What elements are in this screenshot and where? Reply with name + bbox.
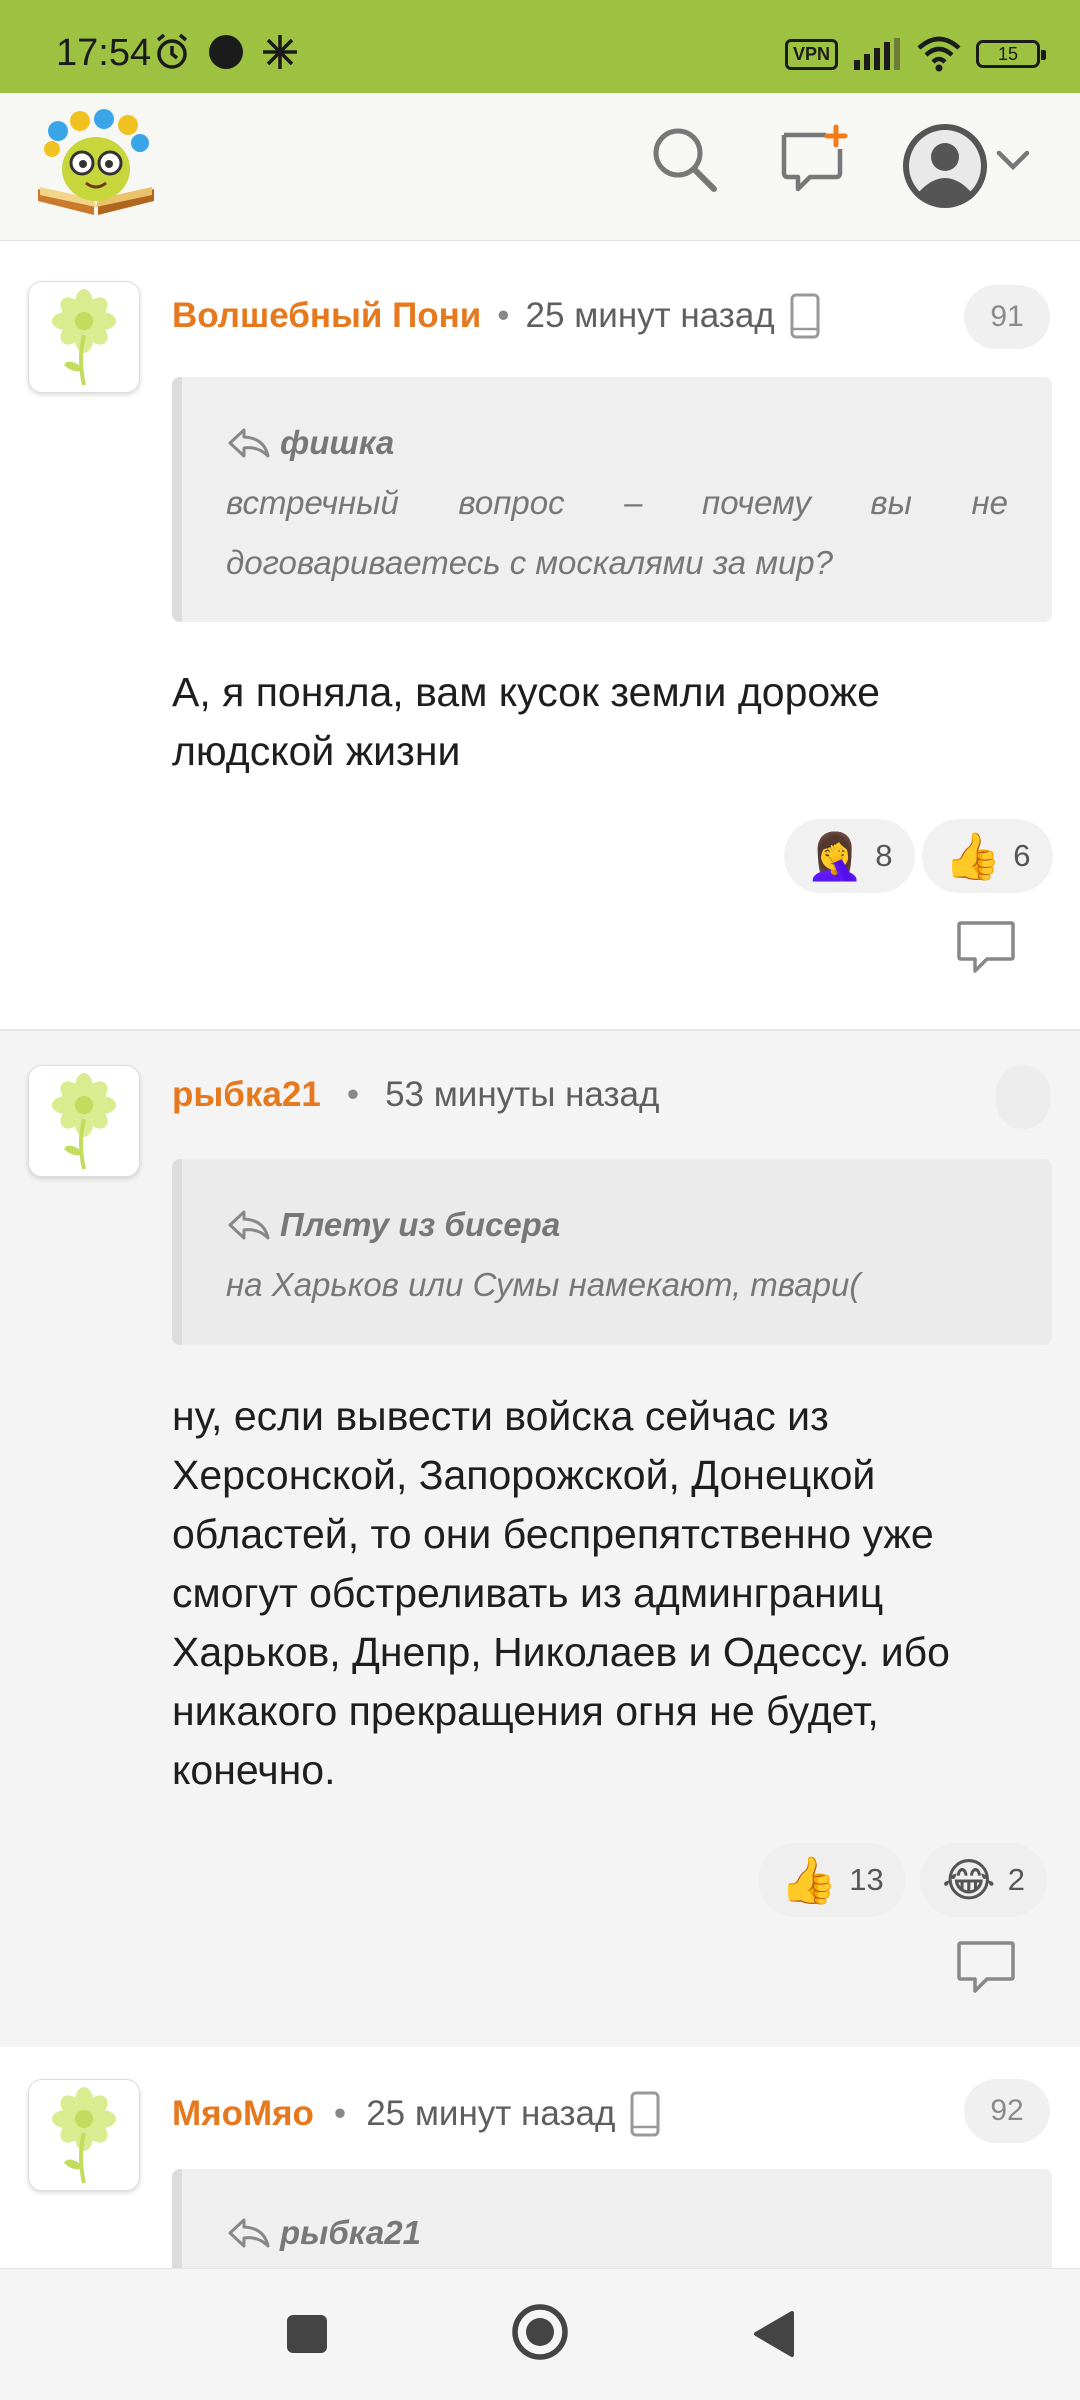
avatar[interactable] xyxy=(28,2079,140,2191)
reaction-count: 6 xyxy=(1013,838,1031,873)
comment-text: ну, если вывести войска сейчас из Херсон… xyxy=(172,1393,950,1793)
quote-text: на Харьков или Сумы намекают, твари( xyxy=(226,1266,861,1303)
reaction-facepalm[interactable]: 🤦‍♀️ 8 xyxy=(784,819,915,893)
flower-avatar-icon xyxy=(52,2087,116,2184)
battery-indicator: 15 xyxy=(976,40,1046,68)
reply-arrow-icon xyxy=(228,428,270,458)
thumbs-up-emoji-icon: 👍 xyxy=(780,1854,838,1906)
signal-icon xyxy=(854,38,900,70)
reply-comment-icon[interactable] xyxy=(955,1939,1017,1995)
quote-author: фишка xyxy=(280,424,395,461)
reaction-thumbs-up[interactable]: 👍 6 xyxy=(922,819,1053,893)
search-icon[interactable] xyxy=(648,123,720,195)
system-nav-bar xyxy=(0,2268,1080,2400)
comment-meta: рыбка21 • 53 минуты назад xyxy=(172,1075,659,1115)
comment-author[interactable]: Волшебный Пони xyxy=(172,296,481,336)
comment-author[interactable]: МяоМяо xyxy=(172,2094,314,2134)
avatar[interactable] xyxy=(28,1065,140,1177)
reaction-count: 2 xyxy=(1007,1862,1025,1897)
comment-card: Волшебный Пони • 25 минут назад 91 фишка… xyxy=(0,241,1080,1030)
comment-number xyxy=(996,1065,1050,1129)
vpn-badge: VPN xyxy=(784,38,838,70)
reaction-count: 13 xyxy=(849,1862,884,1897)
reply-comment-icon[interactable] xyxy=(955,919,1017,975)
quoted-comment[interactable]: рыбка21 xyxy=(172,2169,1052,2268)
quote-header: рыбка21 xyxy=(226,2203,1008,2263)
quote-author: рыбка21 xyxy=(280,2214,421,2251)
mobile-icon xyxy=(790,293,820,339)
comment-time: 25 минут назад xyxy=(366,2094,616,2133)
meta-separator: • xyxy=(333,2094,347,2133)
app-bar xyxy=(0,93,1080,241)
record-dot-icon xyxy=(209,35,243,69)
comments-feed[interactable]: Волшебный Пони • 25 минут назад 91 фишка… xyxy=(0,241,1080,2268)
flower-avatar-icon xyxy=(52,289,116,386)
comment-time: 25 минут назад xyxy=(525,296,775,335)
add-comment-icon[interactable] xyxy=(778,123,852,197)
triangle-back-icon[interactable] xyxy=(750,2303,796,2365)
quote-header: фишка xyxy=(226,413,1008,473)
user-avatar-icon[interactable] xyxy=(900,121,990,211)
reaction-count: 8 xyxy=(875,838,893,873)
avatar[interactable] xyxy=(28,281,140,393)
wifi-icon xyxy=(917,36,961,72)
square-icon[interactable] xyxy=(286,2303,328,2365)
reaction-thumbs-up[interactable]: 👍 13 xyxy=(758,1843,906,1917)
quote-text: встречный вопрос – почему вы не договари… xyxy=(226,484,1008,581)
status-right-icons: VPN 15 xyxy=(784,36,1046,72)
reaction-laughing[interactable]: 😂 2 xyxy=(920,1843,1047,1917)
reply-arrow-icon xyxy=(228,2218,270,2248)
quoted-comment[interactable]: Плету из бисера на Харьков или Сумы наме… xyxy=(172,1159,1052,1345)
chevron-down-icon[interactable] xyxy=(993,145,1033,175)
thumbs-up-emoji-icon: 👍 xyxy=(944,830,1002,882)
flower-avatar-icon xyxy=(52,1073,116,1170)
circle-icon[interactable] xyxy=(509,2301,571,2363)
laughing-emoji-icon: 😂 xyxy=(942,1854,996,1906)
meta-separator: • xyxy=(497,296,510,335)
quote-author: Плету из бисера xyxy=(280,1206,561,1243)
facepalm-emoji-icon: 🤦‍♀️ xyxy=(806,830,864,882)
status-left-icons xyxy=(152,32,300,72)
comment-author[interactable]: рыбка21 xyxy=(172,1075,321,1115)
comment-meta: МяоМяо • 25 минут назад xyxy=(172,2091,661,2137)
comment-number: 92 xyxy=(964,2079,1050,2143)
alarm-icon xyxy=(156,33,188,69)
status-bar: 17:54 VPN 15 xyxy=(0,0,1080,93)
quoted-comment[interactable]: фишка встречный вопрос – почему вы не до… xyxy=(172,377,1052,622)
book-flower-logo[interactable] xyxy=(34,107,158,217)
mobile-icon xyxy=(630,2091,660,2137)
asterisk-icon xyxy=(263,35,297,69)
comment-text: А, я поняла, вам кусок земли дороже людс… xyxy=(172,669,880,774)
comment-meta: Волшебный Пони • 25 минут назад xyxy=(172,293,821,339)
comment-time: 53 минуты назад xyxy=(385,1075,660,1114)
status-time: 17:54 xyxy=(56,32,152,74)
reply-arrow-icon xyxy=(228,1210,270,1240)
comment-number: 91 xyxy=(964,285,1050,349)
meta-separator: • xyxy=(346,1075,360,1114)
comment-card: МяоМяо • 25 минут назад 92 рыбка21 xyxy=(0,2047,1080,2268)
quote-header: Плету из бисера xyxy=(226,1195,1008,1255)
